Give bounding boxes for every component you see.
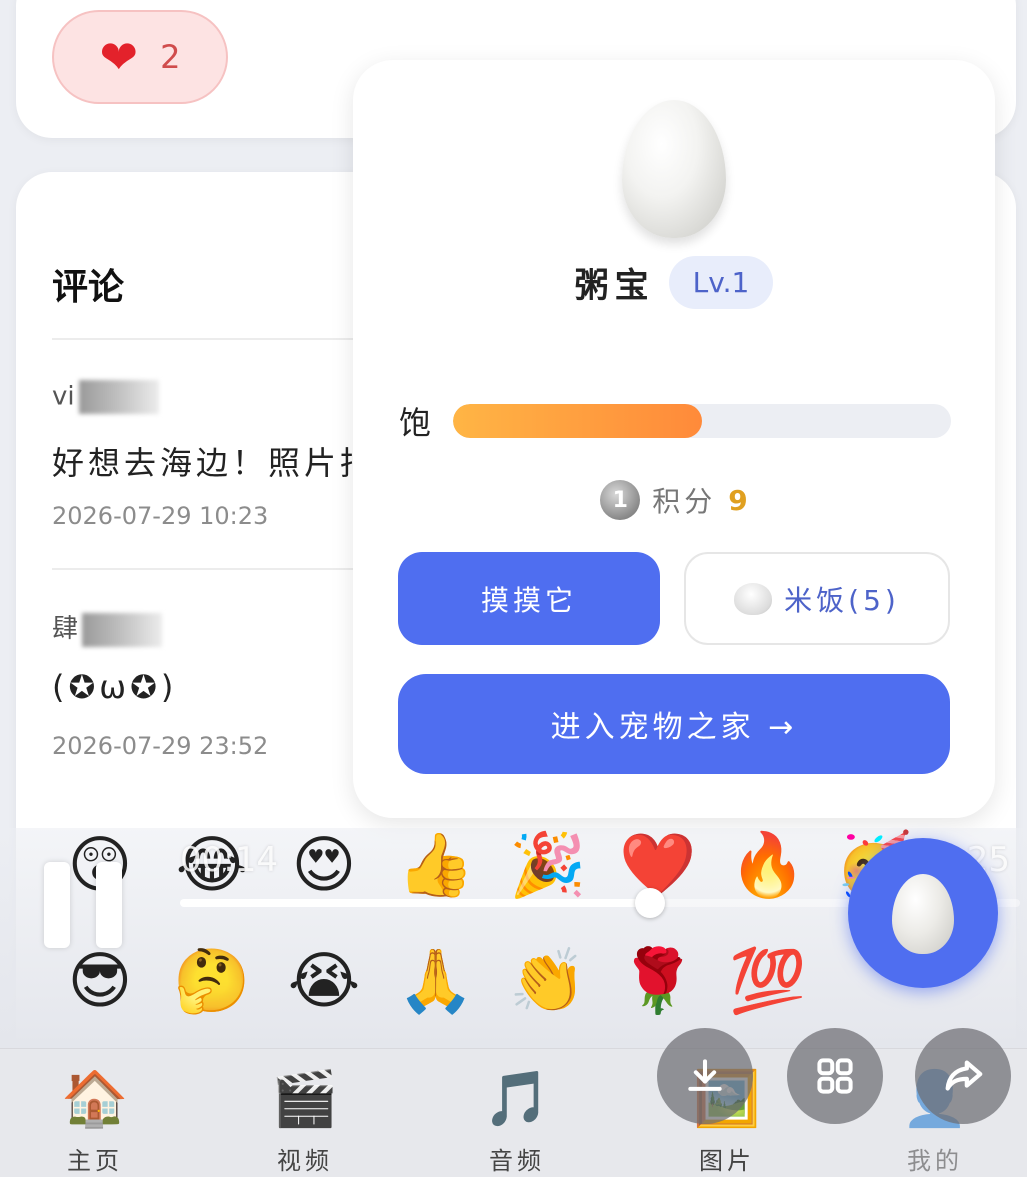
download-icon [688, 1059, 722, 1091]
divider [52, 568, 372, 570]
comment-text: (✪ω✪) [52, 668, 178, 706]
nav-label: 我的 [907, 1147, 963, 1175]
pet-egg-avatar[interactable] [622, 100, 726, 238]
grid-button[interactable] [787, 1028, 883, 1124]
pet-name: 粥宝 [574, 266, 655, 306]
pet-popup: 粥宝 Lv.1 饱 1 积分 9 摸摸它 米饭(5) 进入宠物之家 → [353, 60, 995, 818]
points-value: 9 [728, 483, 748, 517]
current-time: 00:14 [180, 840, 278, 880]
comment-author[interactable]: 肆 [52, 608, 163, 647]
heart-icon: ❤ [99, 30, 139, 84]
comment-text: 好想去海边！照片拍 [52, 444, 377, 482]
house-icon: 🏠 [61, 1067, 129, 1130]
nav-label: 视频 [277, 1147, 333, 1175]
nav-label: 音频 [489, 1147, 545, 1175]
comment-author[interactable]: vi [52, 380, 159, 414]
hunger-bar [453, 404, 951, 438]
emoji-button[interactable]: 🌹 [618, 950, 698, 1030]
pause-button[interactable] [44, 862, 124, 948]
enter-pet-home-button[interactable]: 进入宠物之家 → [398, 674, 950, 774]
emoji-button[interactable]: 🙏 [396, 950, 476, 1030]
nav-audio[interactable]: 🎵 音频 [462, 1067, 572, 1176]
points-label: 积分 [652, 485, 717, 518]
pause-icon [44, 862, 70, 948]
hunger-bar-fill [453, 404, 702, 438]
download-button[interactable] [657, 1028, 753, 1124]
pet-it-button[interactable]: 摸摸它 [398, 552, 660, 645]
pet-level-badge: Lv.1 [668, 256, 774, 309]
emoji-button[interactable]: 😎 [60, 950, 140, 1030]
comment-time: 2026-07-29 23:52 [52, 732, 269, 760]
nav-label: 图片 [699, 1147, 755, 1175]
comment-time: 2026-07-29 10:23 [52, 502, 269, 530]
emoji-button[interactable]: 🤔 [172, 950, 252, 1030]
emoji-button[interactable]: 👏 [508, 950, 588, 1030]
video-progress-thumb[interactable] [635, 888, 665, 918]
clapper-icon: 🎬 [271, 1067, 339, 1130]
pet-name-row: 粥宝 Lv.1 [353, 256, 995, 309]
floating-pet-button[interactable] [848, 838, 998, 988]
divider [52, 338, 372, 340]
rice-bowl-icon [734, 582, 773, 615]
rice-button-label: 米饭(5) [784, 583, 900, 617]
blurred-username [78, 380, 159, 414]
grid-icon [817, 1058, 853, 1094]
hunger-label: 饱 [399, 404, 432, 442]
feed-rice-button[interactable]: 米饭(5) [684, 552, 950, 645]
nav-label: 主页 [67, 1147, 123, 1175]
nav-video[interactable]: 🎬 视频 [250, 1067, 360, 1176]
video-progress-fill [180, 899, 650, 907]
emoji-button[interactable]: 💯 [728, 950, 808, 1030]
pause-icon [96, 862, 122, 948]
emoji-button[interactable]: 😭 [284, 950, 364, 1030]
like-count: 2 [160, 38, 181, 76]
nav-home[interactable]: 🏠 主页 [40, 1067, 150, 1176]
coin-icon: 1 [600, 480, 641, 520]
like-button[interactable]: ❤ 2 [52, 10, 228, 104]
share-button[interactable] [915, 1028, 1011, 1124]
egg-icon [892, 874, 954, 954]
blurred-username [82, 612, 163, 647]
comments-title: 评论 [52, 267, 125, 308]
share-icon [945, 1060, 983, 1091]
points-row: 1 积分 9 [353, 480, 995, 520]
music-note-icon: 🎵 [483, 1067, 551, 1130]
